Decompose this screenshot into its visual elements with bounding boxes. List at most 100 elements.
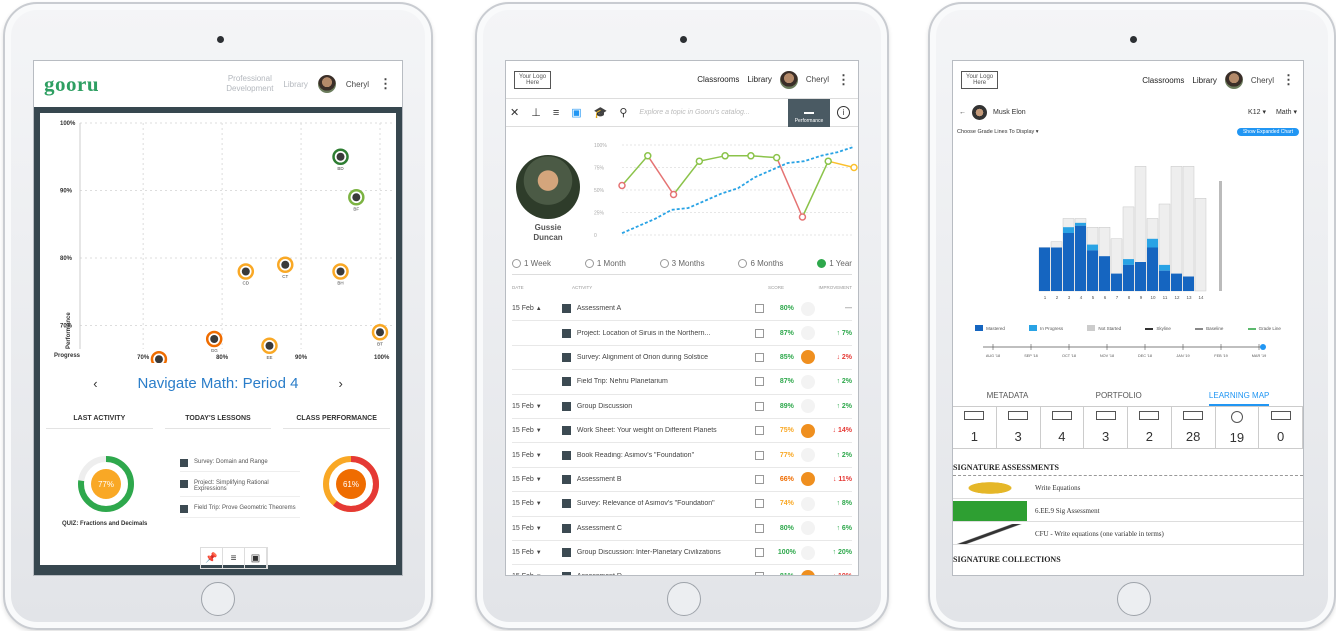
more-menu-icon[interactable]: ⋮: [1282, 73, 1295, 86]
tab-metadata[interactable]: METADATA: [987, 391, 1029, 406]
table-row[interactable]: 15 Feb ▼ Assessment B 66% ↓ 11%: [512, 468, 852, 493]
subject-dropdown[interactable]: Math ▾: [1276, 108, 1297, 116]
table-row[interactable]: 15 Feb ▼ Assessment D 81% ↓ 19%: [512, 565, 852, 575]
report-icon[interactable]: [755, 426, 765, 436]
timeline-slider[interactable]: AUG '18 SEP '18 OCT '18 NOV '18 DEC '18 JAN '…: [953, 341, 1304, 361]
more-menu-icon[interactable]: ⋮: [379, 77, 392, 90]
avatar[interactable]: [779, 70, 798, 89]
class-performance-donut[interactable]: 61%: [320, 453, 382, 515]
activity-title[interactable]: Survey: Relevance of Asimov's "Foundatio…: [577, 500, 741, 507]
count-cell[interactable]: 19: [1215, 407, 1260, 449]
search-icon[interactable]: ⚲: [619, 106, 627, 119]
close-icon[interactable]: ✕: [510, 106, 519, 119]
nav-classrooms[interactable]: Classrooms: [697, 75, 739, 84]
logo-placeholder[interactable]: Your Logo Here: [514, 70, 552, 89]
nav-professional-development[interactable]: Professional Development: [226, 74, 273, 94]
report-icon[interactable]: [755, 377, 765, 387]
activity-title[interactable]: Project: Location of Siruis in the North…: [577, 330, 741, 337]
activity-title[interactable]: Assessment D: [577, 573, 741, 575]
activity-title[interactable]: Assessment A: [577, 305, 741, 312]
more-menu-icon[interactable]: ⋮: [837, 73, 850, 86]
avatar[interactable]: [1224, 71, 1243, 89]
lesson-item[interactable]: Field Trip: Prove Geometric Theorems: [180, 505, 300, 518]
activity-title[interactable]: Field Trip: Nehru Planetarium: [577, 378, 741, 385]
last-activity-name[interactable]: QUIZ: Fractions and Decimals: [62, 521, 147, 527]
activity-title[interactable]: Assessment B: [577, 476, 741, 483]
avatar[interactable]: [317, 75, 336, 93]
grade-dropdown[interactable]: K12 ▾: [1248, 108, 1266, 116]
report-icon[interactable]: [755, 499, 765, 509]
report-icon[interactable]: [755, 401, 765, 411]
tab-learning-map[interactable]: LEARNING MAP: [1208, 391, 1270, 406]
range-option[interactable]: 6 Months: [738, 259, 783, 268]
lesson-item[interactable]: Survey: Domain and Range: [180, 459, 300, 472]
gooru-logo[interactable]: gooru: [44, 72, 99, 97]
count-cell[interactable]: 2: [1128, 407, 1172, 449]
user-name[interactable]: Cheryl: [346, 80, 369, 89]
pin-icon[interactable]: ⊥: [531, 106, 541, 119]
table-row[interactable]: 15 Feb ▼ Survey: Relevance of Asimov's "F…: [512, 492, 852, 517]
count-cell[interactable]: 28: [1171, 407, 1216, 449]
grade-lines-dropdown[interactable]: Choose Grade Lines To Display ▾: [957, 129, 1039, 135]
sig-item[interactable]: 6.EE.9 Sig Assessment: [953, 500, 1303, 522]
home-button[interactable]: [667, 582, 701, 616]
table-row[interactable]: Project: Location of Siruis in the North…: [512, 321, 852, 346]
report-icon[interactable]: ▣: [571, 106, 581, 119]
activity-title[interactable]: Work Sheet: Your weight on Different Pla…: [577, 427, 741, 434]
nav-library[interactable]: Library: [1192, 76, 1216, 85]
expand-chart-button[interactable]: Show Expanded Chart: [1236, 128, 1299, 136]
sig-item[interactable]: Write Equations: [953, 477, 1303, 499]
activity-title[interactable]: Survey: Alignment of Orion during Solsti…: [577, 354, 741, 361]
range-option[interactable]: 3 Months: [659, 259, 705, 268]
nav-library[interactable]: Library: [747, 75, 771, 84]
next-class-icon[interactable]: ›: [338, 376, 342, 391]
list-icon[interactable]: ≡: [553, 107, 559, 119]
report-icon[interactable]: [755, 572, 765, 575]
user-name[interactable]: Cheryl: [806, 75, 829, 84]
sig-item[interactable]: CFU - Write equations (one variable in t…: [953, 523, 1303, 545]
count-cell[interactable]: 0: [1259, 407, 1303, 449]
lesson-item[interactable]: Project: Simplifying Rational Expression…: [180, 480, 300, 497]
report-icon[interactable]: [755, 304, 765, 314]
report-icon[interactable]: [755, 450, 765, 460]
back-arrow-icon[interactable]: ←: [959, 109, 966, 116]
list-icon[interactable]: ≡: [223, 548, 245, 568]
activity-title[interactable]: Group Discussion: Inter-Planetary Civili…: [577, 549, 741, 556]
search-input[interactable]: Explore a topic in Gooru's catalog...: [639, 109, 749, 116]
report-icon[interactable]: [755, 548, 765, 558]
table-row[interactable]: 15 Feb ▼ Group Discussion 89% ↑ 2%: [512, 395, 852, 419]
nav-library[interactable]: Library: [283, 80, 307, 89]
report-icon[interactable]: [755, 352, 765, 362]
home-button[interactable]: [1117, 582, 1151, 616]
activity-title[interactable]: Assessment C: [577, 525, 741, 532]
prev-class-icon[interactable]: ‹: [93, 376, 97, 391]
count-cell[interactable]: 1: [953, 407, 997, 449]
table-row[interactable]: 15 Feb ▼ Group Discussion: Inter-Planetar…: [512, 541, 852, 566]
range-option[interactable]: 1 Week: [512, 259, 551, 268]
pin-icon[interactable]: 📌: [201, 548, 223, 568]
count-cell[interactable]: 3: [1084, 407, 1128, 449]
table-row[interactable]: 15 Feb ▲ Assessment A 80% —: [512, 297, 852, 322]
activity-title[interactable]: Book Reading: Asimov's "Foundation": [577, 452, 741, 459]
range-option[interactable]: 1 Year: [817, 259, 852, 268]
performance-tab[interactable]: Performance: [788, 99, 830, 127]
count-cell[interactable]: 3: [996, 407, 1041, 449]
table-row[interactable]: 15 Feb ▼ Assessment C 80% ↑ 6%: [512, 517, 852, 541]
table-row[interactable]: 15 Feb ▼ Book Reading: Asimov's "Foundati…: [512, 443, 852, 468]
table-row[interactable]: Survey: Alignment of Orion during Solsti…: [512, 346, 852, 371]
report-icon[interactable]: [755, 474, 765, 484]
activity-title[interactable]: Group Discussion: [577, 403, 741, 410]
report-icon[interactable]: ▣: [245, 548, 267, 568]
logo-placeholder[interactable]: Your Logo Here: [961, 71, 999, 89]
tab-portfolio[interactable]: PORTFOLIO: [1096, 391, 1142, 406]
user-name[interactable]: Cheryl: [1251, 76, 1274, 85]
nav-classrooms[interactable]: Classrooms: [1142, 76, 1184, 85]
last-activity-donut[interactable]: 77%: [75, 453, 137, 515]
count-cell[interactable]: 4: [1040, 407, 1085, 449]
graduation-cap-icon[interactable]: 🎓: [594, 106, 608, 119]
info-icon[interactable]: i: [837, 106, 850, 119]
report-icon[interactable]: [755, 328, 765, 338]
report-icon[interactable]: [755, 523, 765, 533]
table-row[interactable]: Field Trip: Nehru Planetarium 87% ↑ 2%: [512, 370, 852, 395]
home-button[interactable]: [201, 582, 235, 616]
